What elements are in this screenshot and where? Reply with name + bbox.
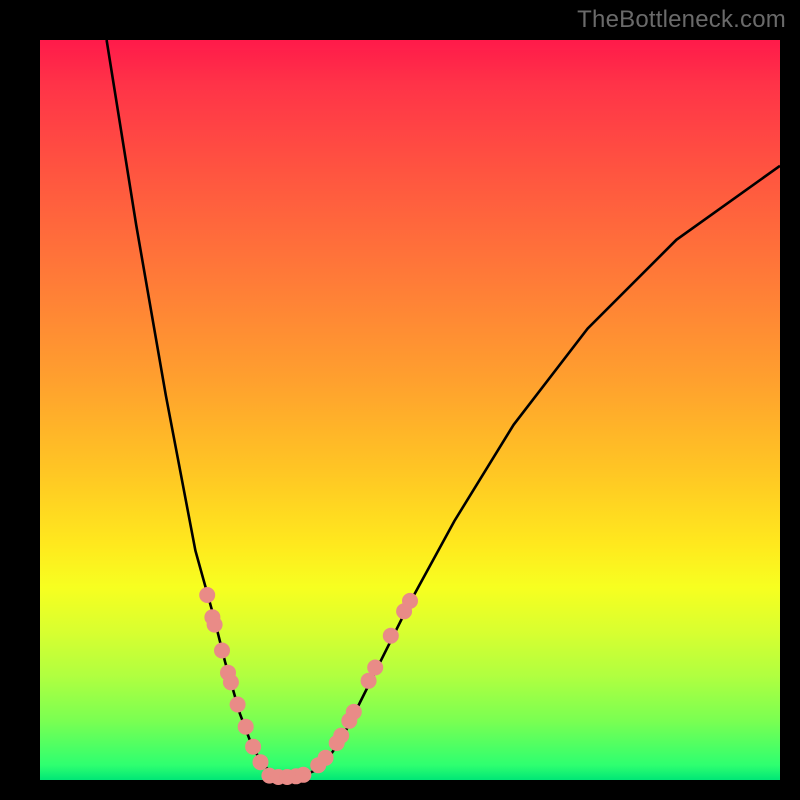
watermark-label: TheBottleneck.com — [577, 6, 786, 34]
data-point — [333, 728, 349, 744]
data-point — [346, 704, 362, 720]
data-point — [230, 697, 246, 713]
data-point — [367, 660, 383, 676]
data-point — [383, 628, 399, 644]
data-point — [207, 617, 223, 633]
chart-frame: TheBottleneck.com — [0, 0, 800, 800]
data-point — [223, 674, 239, 690]
data-point — [199, 587, 215, 603]
data-point — [238, 719, 254, 735]
bottleneck-curve — [107, 40, 780, 777]
data-point — [253, 754, 269, 770]
data-point — [318, 750, 334, 766]
scatter-dots — [199, 587, 418, 785]
chart-svg — [40, 40, 780, 780]
data-point — [214, 643, 230, 659]
data-point — [402, 593, 418, 609]
plot-area — [40, 40, 780, 780]
data-point — [295, 767, 311, 783]
data-point — [245, 739, 261, 755]
